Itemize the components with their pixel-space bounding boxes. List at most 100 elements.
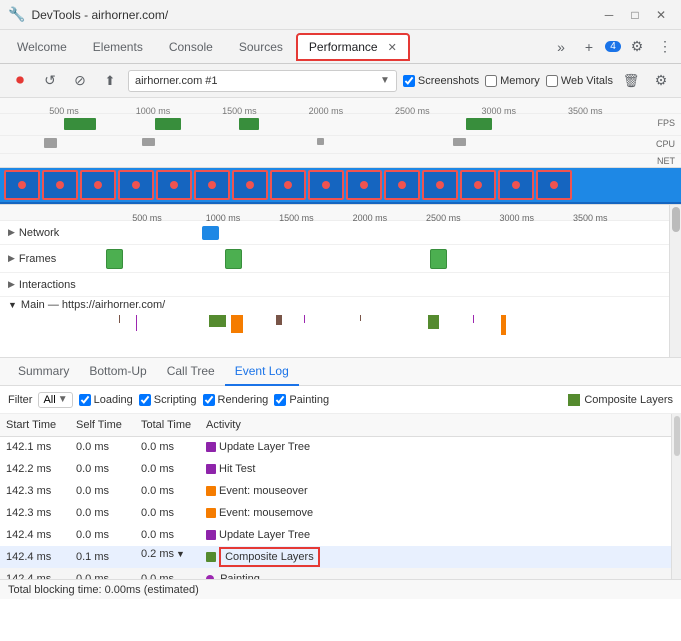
total-time: 0.0 ms (135, 436, 200, 458)
tab-bar-extras: » + 4 ⚙ ⋮ (549, 35, 677, 59)
activity-icon (206, 530, 216, 540)
network-arrow: ▶ (8, 227, 15, 238)
url-bar: airhorner.com #1 ▼ (128, 70, 397, 92)
loading-filter[interactable]: Loading (79, 394, 133, 406)
self-time: 0.0 ms (70, 458, 135, 480)
more-tabs-button[interactable]: » (549, 35, 573, 59)
filter-bar: Filter All ▼ Loading Scripting Rendering… (0, 386, 681, 414)
delete-button[interactable]: 🗑 (619, 69, 643, 93)
expand-icon[interactable]: ▼ (176, 549, 185, 559)
table-row[interactable]: 142.3 ms 0.0 ms 0.0 ms Event: mousemove (0, 502, 681, 524)
frames-track: ▶ Frames (0, 245, 669, 273)
screenshot-thumb (270, 170, 306, 200)
composite-color-swatch (568, 394, 580, 406)
start-time: 142.4 ms (0, 568, 70, 579)
screenshot-thumb (80, 170, 116, 200)
memory-checkbox[interactable]: Memory (485, 75, 540, 87)
header-start-time[interactable]: Start Time (0, 414, 70, 436)
screenshot-thumb (42, 170, 78, 200)
performance-settings-button[interactable]: ⚙ (649, 69, 673, 93)
total-time: 0.0 ms (135, 480, 200, 502)
tab-elements[interactable]: Elements (80, 33, 156, 61)
interactions-track-content (100, 273, 669, 296)
tab-call-tree[interactable]: Call Tree (157, 358, 225, 386)
title-bar: 🔧 DevTools - airhorner.com/ ─ □ ✕ (0, 0, 681, 30)
filter-label: Filter (8, 394, 32, 406)
record-button[interactable]: ⏺ (8, 69, 32, 93)
scripting-filter[interactable]: Scripting (139, 394, 197, 406)
tracks-section: 500 ms 1000 ms 1500 ms 2000 ms 2500 ms 3… (0, 205, 681, 358)
timeline-scrollbar[interactable] (669, 205, 681, 357)
activity-icon (206, 575, 214, 579)
table-row[interactable]: 142.3 ms 0.0 ms 0.0 ms Event: mouseover (0, 480, 681, 502)
tab-sources-label: Sources (239, 40, 283, 54)
close-button[interactable]: ✕ (649, 6, 673, 24)
table-row[interactable]: 142.1 ms 0.0 ms 0.0 ms Update Layer Tree (0, 436, 681, 458)
screenshot-strip (0, 168, 681, 204)
header-activity[interactable]: Activity (200, 414, 681, 436)
header-total-time[interactable]: Total Time (135, 414, 200, 436)
tab-bar: Welcome Elements Console Sources Perform… (0, 30, 681, 64)
activity-icon (206, 464, 216, 474)
clear-button[interactable]: ⊘ (68, 69, 92, 93)
total-time: 0.0 ms (135, 502, 200, 524)
self-time: 0.0 ms (70, 524, 135, 546)
screenshot-thumb (308, 170, 344, 200)
screenshot-thumb (460, 170, 496, 200)
painting-filter[interactable]: Painting (274, 394, 329, 406)
self-time: 0.0 ms (70, 480, 135, 502)
activity-icon (206, 442, 216, 452)
screenshot-thumb (156, 170, 192, 200)
customize-button[interactable]: ⋮ (653, 35, 677, 59)
total-time: 0.0 ms (135, 458, 200, 480)
bottom-tabs: Summary Bottom-Up Call Tree Event Log (0, 358, 681, 386)
status-text: Total blocking time: 0.00ms (estimated) (8, 584, 199, 596)
tab-console[interactable]: Console (156, 33, 226, 61)
network-track-label[interactable]: ▶ Network (0, 227, 100, 239)
tab-bottom-up[interactable]: Bottom-Up (79, 358, 156, 386)
upload-button[interactable]: ⬆ (98, 69, 122, 93)
screenshots-checkbox[interactable]: Screenshots (403, 75, 479, 87)
activity: Event: mouseover (200, 480, 681, 502)
main-track-label[interactable]: ▼ Main — https://airhorner.com/ (0, 297, 669, 313)
screenshot-thumb (232, 170, 268, 200)
filter-right: Composite Layers (568, 394, 673, 406)
settings-button[interactable]: ⚙ (625, 35, 649, 59)
tab-welcome[interactable]: Welcome (4, 33, 80, 61)
tab-performance-close[interactable]: ✕ (388, 41, 397, 54)
screenshot-thumb (498, 170, 534, 200)
url-dropdown-icon[interactable]: ▼ (380, 75, 390, 86)
rendering-filter[interactable]: Rendering (203, 394, 269, 406)
table-row[interactable]: 142.2 ms 0.0 ms 0.0 ms Hit Test (0, 458, 681, 480)
screenshot-thumb (536, 170, 572, 200)
main-track: ▼ Main — https://airhorner.com/ (0, 297, 669, 357)
header-self-time[interactable]: Self Time (70, 414, 135, 436)
minimize-button[interactable]: ─ (597, 6, 621, 24)
timeline-ruler: 500 ms 1000 ms 1500 ms 2000 ms 2500 ms 3… (0, 98, 681, 114)
tab-summary[interactable]: Summary (8, 358, 79, 386)
notification-badge: 4 (605, 41, 621, 52)
tab-event-log[interactable]: Event Log (225, 358, 299, 386)
filter-select[interactable]: All ▼ (38, 392, 72, 408)
frames-track-label[interactable]: ▶ Frames (0, 253, 100, 265)
screenshot-thumb (118, 170, 154, 200)
tab-performance[interactable]: Performance ✕ (296, 33, 410, 61)
add-tab-button[interactable]: + (577, 35, 601, 59)
composite-label: Composite Layers (584, 394, 673, 406)
table-row[interactable]: 142.4 ms 0.0 ms 0.0 ms Painting Painting (0, 568, 681, 579)
interactions-arrow: ▶ (8, 279, 15, 290)
start-time: 142.1 ms (0, 436, 70, 458)
net-row: NET (0, 154, 681, 168)
table-row[interactable]: 142.4 ms 0.0 ms 0.0 ms Update Layer Tree (0, 524, 681, 546)
activity: Event: mousemove (200, 502, 681, 524)
activity-icon (206, 552, 216, 562)
tab-sources[interactable]: Sources (226, 33, 296, 61)
interactions-track-label[interactable]: ▶ Interactions (0, 279, 100, 291)
self-time: 0.0 ms (70, 568, 135, 579)
event-table: Start Time Self Time Total Time Activity… (0, 414, 681, 579)
table-row-selected[interactable]: 142.4 ms 0.1 ms 0.2 ms ▼ Composite Layer… (0, 546, 681, 568)
web-vitals-checkbox[interactable]: Web Vitals (546, 75, 613, 87)
table-scrollbar[interactable] (671, 414, 681, 579)
maximize-button[interactable]: □ (623, 6, 647, 24)
reload-button[interactable]: ↺ (38, 69, 62, 93)
